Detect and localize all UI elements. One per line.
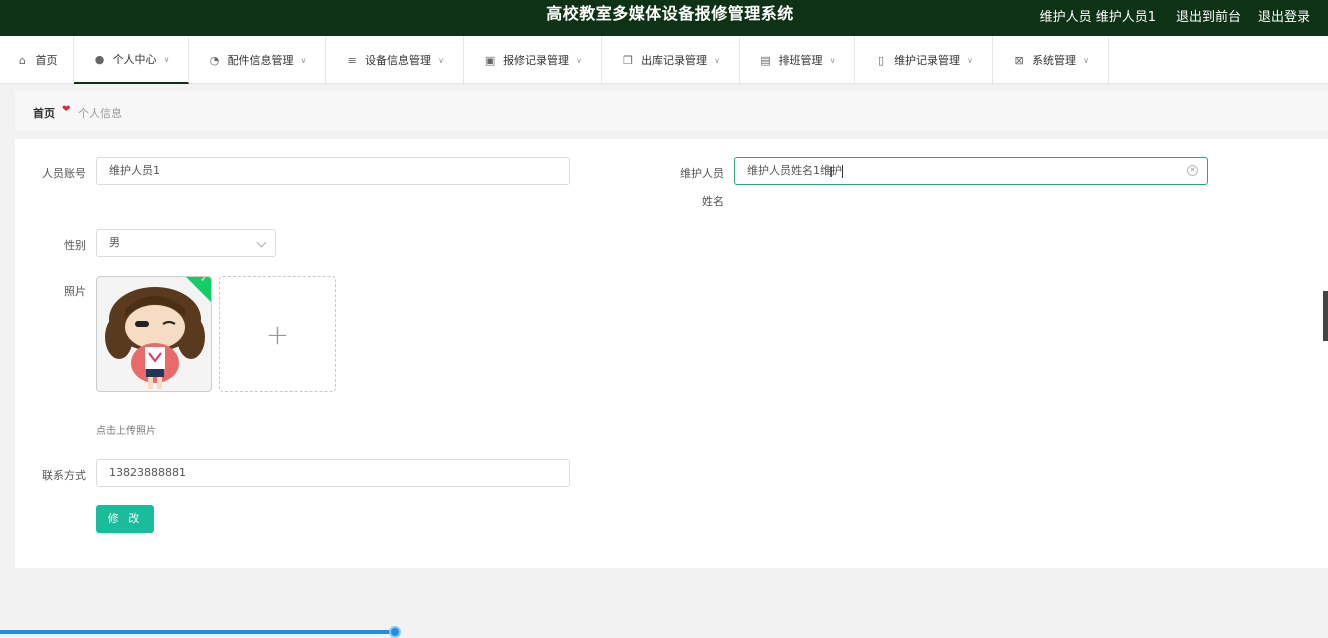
user-name: 维护人员1 (1095, 10, 1156, 25)
cartoon-girl-image (105, 287, 205, 389)
nav-label: 系统管理 (1032, 54, 1077, 67)
photo-label: 照片 (64, 285, 86, 298)
dashboard-icon: ◔ (209, 53, 220, 67)
nav-item-parts[interactable]: ◔ 配件信息管理 ∨ (189, 36, 326, 84)
current-user: 维护人员 维护人员1 (1040, 6, 1156, 25)
nav-label: 配件信息管理 (227, 54, 294, 67)
scrollbar-thumb[interactable] (1323, 291, 1328, 341)
nav-label: 排班管理 (778, 54, 823, 67)
text-cursor-icon: I (829, 165, 834, 181)
copy-icon: ❐ (623, 53, 633, 67)
user-icon: ● (94, 52, 105, 66)
upload-tip: 点击上传照片 (96, 426, 156, 437)
nav-label: 报修记录管理 (503, 54, 570, 67)
main-nav: ⌂ 首页 ● 个人中心 ∨ ◔ 配件信息管理 ∨ ≡ 设备信息管理 ∨ ▣ 报修记录管理 ∨ ❐ 出… (0, 36, 1328, 84)
exit-to-front-link[interactable]: 退出到前台 (1176, 6, 1241, 25)
nav-item-outbound[interactable]: ❐ 出库记录管理 ∨ (602, 36, 740, 84)
chevron-down-icon: ∨ (1083, 55, 1089, 65)
chevron-down-icon: ∨ (438, 55, 444, 65)
chevron-down-icon: ∨ (163, 54, 170, 64)
account-label: 人员账号 (42, 167, 86, 180)
nav-item-maintenance[interactable]: ▯ 维护记录管理 ∨ (855, 36, 993, 84)
clipboard-icon: ▣ (484, 53, 496, 67)
breadcrumb-current: 个人信息 (78, 107, 122, 120)
microphone-icon: ▯ (878, 53, 885, 67)
clipboard-x-icon: ⊠ (1014, 53, 1024, 67)
chevron-down-icon: ∨ (967, 55, 973, 65)
document-icon: ▤ (760, 53, 771, 67)
nav-item-system[interactable]: ⊠ 系统管理 ∨ (993, 36, 1109, 84)
video-progress-bar[interactable] (0, 630, 395, 634)
home-icon: ⌂ (19, 53, 26, 67)
text-caret (842, 164, 843, 178)
nav-item-repairs[interactable]: ▣ 报修记录管理 ∨ (464, 36, 602, 84)
logout-link[interactable]: 退出登录 (1258, 6, 1310, 25)
upload-add-button[interactable]: + (219, 276, 336, 392)
top-header: 高校教室多媒体设备报修管理系统 维护人员 维护人员1 退出到前台 退出登录 (0, 0, 1328, 36)
account-input[interactable]: 维护人员1 (96, 157, 570, 185)
gender-select[interactable]: 男 (96, 229, 276, 257)
user-role: 维护人员 (1039, 10, 1092, 25)
contact-input[interactable]: 13823888881 (96, 459, 570, 487)
nav-item-home[interactable]: ⌂ 首页 (0, 36, 74, 84)
gender-value: 男 (109, 236, 120, 249)
nav-item-devices[interactable]: ≡ 设备信息管理 ∨ (326, 36, 464, 84)
modify-button[interactable]: 修 改 (96, 505, 154, 533)
chevron-down-icon (256, 237, 267, 248)
name-label-cont: 姓名 (702, 195, 724, 208)
nav-item-schedule[interactable]: ▤ 排班管理 ∨ (740, 36, 855, 84)
nav-item-personal-center[interactable]: ● 个人中心 ∨ (74, 36, 189, 84)
breadcrumb-home[interactable]: 首页 (33, 105, 55, 121)
gender-label: 性别 (64, 239, 86, 252)
plus-icon: + (265, 317, 290, 351)
clear-icon[interactable]: ✕ (1187, 165, 1198, 176)
name-input-value: 维护人员姓名1维护 (747, 164, 842, 177)
breadcrumb: 首页 ❤ 个人信息 (15, 91, 1328, 131)
uploaded-photo[interactable]: ✓ (96, 276, 212, 392)
chevron-down-icon: ∨ (829, 55, 836, 65)
contact-label: 联系方式 (42, 469, 86, 482)
nav-label: 出库记录管理 (641, 54, 708, 67)
name-label: 维护人员 (680, 167, 724, 180)
nav-label: 首页 (35, 54, 58, 67)
progress-knob[interactable] (389, 626, 401, 638)
nav-label: 维护记录管理 (894, 54, 961, 67)
nav-label: 设备信息管理 (365, 54, 432, 67)
chevron-down-icon: ∨ (714, 55, 720, 65)
chevron-down-icon: ∨ (576, 55, 582, 65)
nav-label: 个人中心 (112, 53, 157, 66)
heart-icon: ❤ (62, 104, 71, 115)
list-icon: ≡ (347, 53, 357, 67)
name-input[interactable]: 维护人员姓名1维护 ✕ (734, 157, 1208, 185)
chevron-down-icon: ∨ (300, 55, 307, 65)
